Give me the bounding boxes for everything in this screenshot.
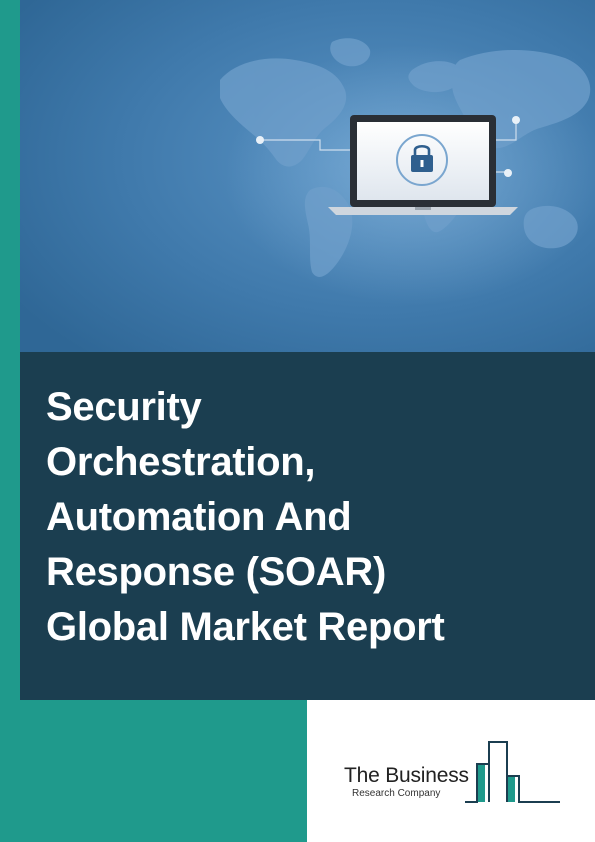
logo-subname: Research Company (352, 788, 441, 799)
company-logo: The Business Research Company (307, 700, 595, 842)
report-title: Security Orchestration, Automation And R… (46, 380, 569, 655)
title-line: Global Market Report (46, 605, 445, 649)
bar-chart-logo-icon (465, 741, 560, 803)
title-line: Automation And (46, 495, 352, 539)
title-line: Response (SOAR) (46, 550, 386, 594)
footer-accent-block (0, 700, 307, 842)
logo-name: The Business (344, 764, 469, 787)
title-panel: Security Orchestration, Automation And R… (20, 352, 595, 702)
title-line: Security (46, 385, 202, 429)
title-line: Orchestration, (46, 440, 316, 484)
left-accent-strip (0, 0, 20, 700)
hero-image (20, 0, 595, 352)
